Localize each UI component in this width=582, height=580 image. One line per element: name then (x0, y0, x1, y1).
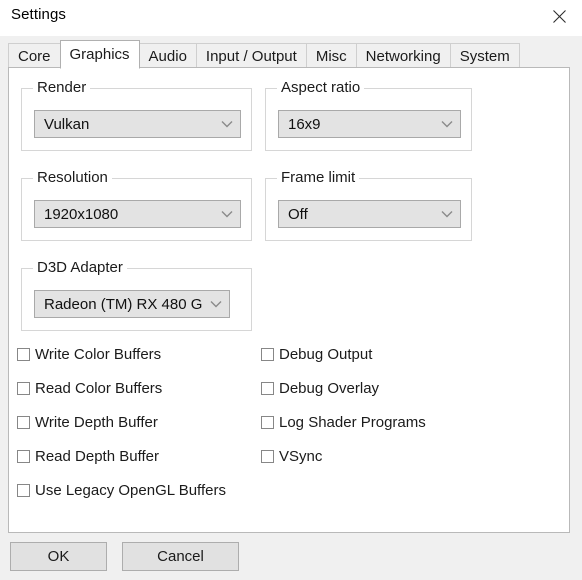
tab-label: Core (18, 47, 51, 65)
group-d3d-adapter: D3D Adapter Radeon (TM) RX 480 Gra (21, 259, 252, 331)
checkbox-indicator[interactable] (261, 450, 274, 463)
tab-label: Networking (365, 47, 441, 65)
chevron-down-icon (434, 120, 460, 128)
checkbox-use-legacy-opengl-buffers[interactable]: Use Legacy OpenGL Buffers (17, 482, 226, 499)
aspect-ratio-combobox[interactable]: 16x9 (278, 110, 461, 138)
dialog-footer: OK Cancel (0, 534, 582, 580)
d3d-adapter-combobox[interactable]: Radeon (TM) RX 480 Gra (34, 290, 230, 318)
tab-label: Audio (148, 47, 187, 65)
cancel-button-label: Cancel (157, 548, 204, 565)
group-resolution: Resolution 1920x1080 (21, 169, 252, 241)
d3d-adapter-value: Radeon (TM) RX 480 Gra (44, 295, 203, 313)
checkbox-indicator[interactable] (261, 382, 274, 395)
chevron-down-icon (214, 120, 240, 128)
tab-label: Misc (315, 47, 347, 65)
checkbox-debug-overlay[interactable]: Debug Overlay (261, 380, 379, 397)
checkbox-indicator[interactable] (17, 382, 30, 395)
chevron-down-icon (203, 300, 229, 308)
group-title-d3d-adapter: D3D Adapter (33, 259, 127, 276)
group-title-frame-limit: Frame limit (277, 169, 360, 186)
tab-networking[interactable]: Networking (355, 43, 451, 68)
tab-label: Input / Output (205, 47, 297, 65)
resolution-value: 1920x1080 (44, 205, 119, 223)
checkbox-vsync[interactable]: VSync (261, 448, 322, 465)
title-bar: Settings (0, 0, 582, 36)
checkbox-label: Read Color Buffers (35, 380, 163, 397)
checkbox-read-depth-buffer[interactable]: Read Depth Buffer (17, 448, 159, 465)
checkbox-write-color-buffers[interactable]: Write Color Buffers (17, 346, 161, 363)
tab-core[interactable]: Core (8, 43, 61, 68)
checkbox-log-shader-programs[interactable]: Log Shader Programs (261, 414, 426, 431)
tab-graphics[interactable]: Graphics (59, 40, 140, 69)
tab-misc[interactable]: Misc (305, 43, 357, 68)
checkbox-label: Read Depth Buffer (35, 448, 159, 465)
checkbox-label: Log Shader Programs (279, 414, 426, 431)
checkbox-label: Write Color Buffers (35, 346, 162, 363)
checkbox-indicator[interactable] (261, 416, 274, 429)
tab-label: Graphics (69, 46, 130, 63)
ok-button-label: OK (47, 548, 70, 565)
checkbox-indicator[interactable] (17, 450, 30, 463)
tab-audio[interactable]: Audio (138, 43, 197, 68)
tab-label: System (459, 47, 510, 65)
resolution-combobox[interactable]: 1920x1080 (34, 200, 241, 228)
checkbox-read-color-buffers[interactable]: Read Color Buffers (17, 380, 162, 397)
tab-strip: Core Graphics Audio Input / Output Misc … (8, 40, 520, 69)
tab-input-output[interactable]: Input / Output (195, 43, 307, 68)
group-aspect-ratio: Aspect ratio 16x9 (265, 79, 472, 151)
window-title: Settings (11, 6, 66, 23)
graphics-tab-page: Render Vulkan Aspect ratio 16x9 Resoluti… (8, 67, 570, 533)
render-value: Vulkan (44, 115, 90, 133)
settings-dialog: Settings Core Graphics Audio Input / Out… (0, 0, 582, 580)
group-title-aspect-ratio: Aspect ratio (277, 79, 365, 96)
checkbox-indicator[interactable] (17, 416, 30, 429)
chevron-down-icon (434, 210, 460, 218)
group-render: Render Vulkan (21, 79, 252, 151)
group-frame-limit: Frame limit Off (265, 169, 472, 241)
checkbox-label: Use Legacy OpenGL Buffers (35, 482, 226, 499)
checkbox-label: Write Depth Buffer (35, 414, 158, 431)
checkbox-label: VSync (279, 448, 323, 465)
checkbox-indicator[interactable] (261, 348, 274, 361)
close-icon[interactable] (536, 0, 582, 32)
group-title-render: Render (33, 79, 91, 96)
group-title-resolution: Resolution (33, 169, 112, 186)
frame-limit-combobox[interactable]: Off (278, 200, 461, 228)
ok-button[interactable]: OK (10, 542, 107, 571)
checkbox-debug-output[interactable]: Debug Output (261, 346, 372, 363)
cancel-button[interactable]: Cancel (122, 542, 239, 571)
chevron-down-icon (214, 210, 240, 218)
tab-system[interactable]: System (449, 43, 520, 68)
aspect-ratio-value: 16x9 (288, 115, 321, 133)
checkbox-indicator[interactable] (17, 484, 30, 497)
checkbox-label: Debug Output (279, 346, 373, 363)
checkbox-label: Debug Overlay (279, 380, 380, 397)
render-combobox[interactable]: Vulkan (34, 110, 241, 138)
checkbox-indicator[interactable] (17, 348, 30, 361)
frame-limit-value: Off (288, 205, 308, 223)
checkbox-write-depth-buffer[interactable]: Write Depth Buffer (17, 414, 158, 431)
